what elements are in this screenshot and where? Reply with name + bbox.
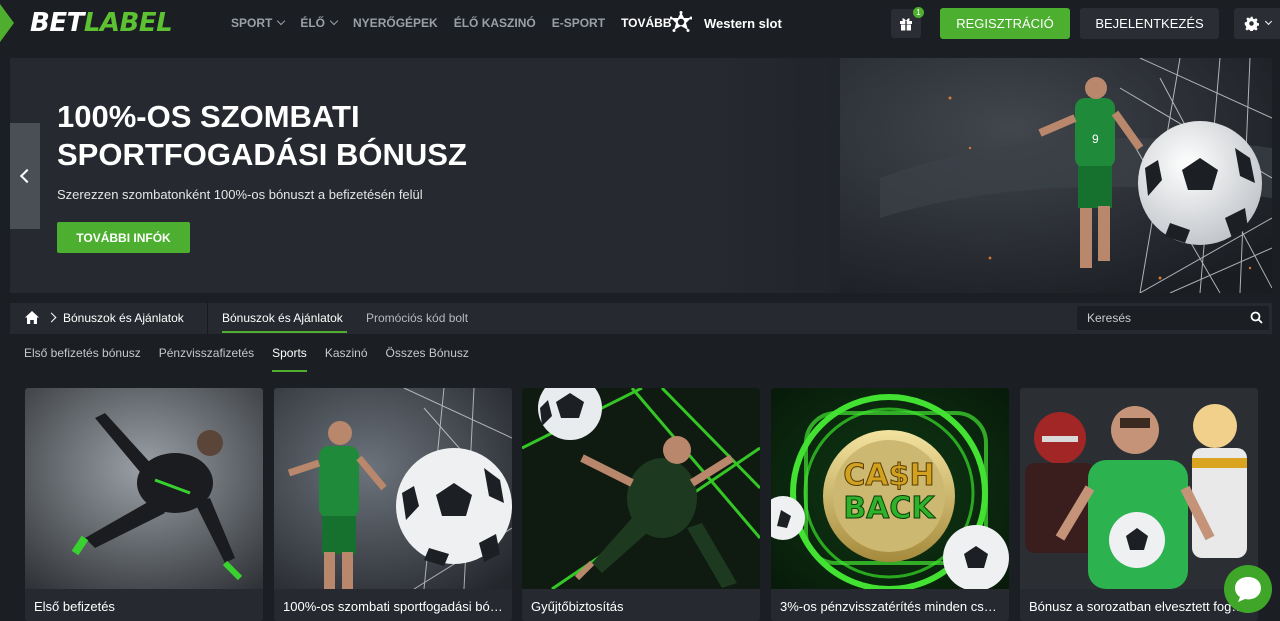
bonus-filter-tabs: Első befizetés bónusz Pénzvisszafizetés …: [24, 346, 469, 372]
bonus-card[interactable]: Bónusz a sorozatban elvesztett fogadások…: [1020, 388, 1258, 621]
banner-title: 100%-OS SZOMBATI SPORTFOGADÁSI BÓNUSZ: [57, 99, 467, 172]
home-icon[interactable]: [24, 310, 40, 325]
login-button[interactable]: BEJELENTKEZÉS: [1080, 8, 1219, 39]
top-header: BETLABEL SPORT ÉLŐ NYERŐGÉPEK ÉLŐ KASZIN…: [0, 0, 1280, 46]
nav-sport-label: SPORT: [231, 16, 273, 30]
banner-subtitle: Szerezzen szombatonként 100%-os bónuszt …: [57, 187, 423, 202]
breadcrumb-current[interactable]: Bónuszok és Ajánlatok: [63, 311, 184, 325]
banner-prev-button[interactable]: [10, 123, 40, 229]
card-image-athletes: [1020, 388, 1258, 589]
tab-promo-code-shop[interactable]: Promóciós kód bolt: [366, 311, 468, 325]
chevron-down-icon: [329, 16, 339, 26]
card-title: 100%-os szombati sportfogadási bónusz: [283, 599, 503, 614]
nav-live-label: ÉLŐ: [300, 16, 326, 30]
nav-slots-label: NYERŐGÉPEK: [353, 16, 438, 30]
register-button[interactable]: REGISZTRÁCIÓ: [940, 8, 1070, 39]
bonus-card[interactable]: Első befizetés: [25, 388, 263, 621]
logo-wedge: [0, 4, 14, 42]
svg-text:9: 9: [1092, 132, 1099, 146]
nav-esport-label: E-SPORT: [551, 16, 606, 30]
logo-bet: BET: [30, 8, 84, 38]
tab-active-underline: [222, 331, 347, 333]
filter-cashback[interactable]: Pénzvisszafizetés: [159, 346, 254, 372]
card-image-green-neon-footballer: [522, 388, 760, 589]
banner-more-info-button[interactable]: TOVÁBBI INFÓK: [57, 222, 190, 253]
nav-western-slot[interactable]: Western slot: [670, 11, 782, 35]
filter-sports[interactable]: Sports: [272, 346, 307, 372]
search-input[interactable]: [1077, 306, 1247, 330]
filter-casino[interactable]: Kaszinó: [325, 346, 368, 372]
nav-live-casino-label: ÉLŐ KASZINÓ: [453, 16, 536, 30]
main-nav: SPORT ÉLŐ NYERŐGÉPEK ÉLŐ KASZINÓ E-SPORT…: [231, 0, 685, 46]
sheriff-star-icon: [670, 11, 692, 32]
nav-live-casino[interactable]: ÉLŐ KASZINÓ: [454, 16, 536, 30]
cashback-line-2: BACK: [843, 491, 936, 526]
card-image-cashback: CA$H BACK: [771, 388, 1009, 589]
card-title: Gyűjtőbiztosítás: [531, 599, 624, 614]
divider: [207, 303, 208, 334]
gift-button[interactable]: 1: [891, 7, 924, 38]
card-title: Bónusz a sorozatban elvesztett fogadások…: [1029, 599, 1249, 614]
logo[interactable]: BETLABEL: [30, 8, 173, 38]
bonus-card[interactable]: Gyűjtőbiztosítás: [522, 388, 760, 621]
promo-banner: 100%-OS SZOMBATI SPORTFOGADÁSI BÓNUSZ Sz…: [10, 58, 1272, 293]
western-slot-label: Western slot: [704, 15, 782, 31]
cashback-line-1: CA$H: [843, 458, 934, 493]
bonus-card[interactable]: CA$H BACK 3%-os pénzvisszatérítés minden…: [771, 388, 1009, 621]
chevron-right-icon: [46, 312, 57, 323]
filter-first-deposit[interactable]: Első befizetés bónusz: [24, 346, 141, 372]
logo-label: LABEL: [83, 8, 173, 38]
nav-more-label: TOVÁBB: [621, 16, 672, 30]
bonus-card[interactable]: 100%-os szombati sportfogadási bónusz: [274, 388, 512, 621]
gift-count-badge: 1: [913, 7, 924, 18]
gear-icon: [1244, 16, 1259, 31]
chevron-down-icon: [277, 16, 286, 26]
live-chat-button[interactable]: [1224, 565, 1272, 613]
nav-live[interactable]: ÉLŐ: [300, 16, 339, 30]
tab-bonuses[interactable]: Bónuszok és Ajánlatok: [222, 311, 343, 325]
settings-button[interactable]: [1234, 8, 1280, 39]
chevron-down-icon: [1264, 17, 1272, 26]
nav-esport[interactable]: E-SPORT: [552, 16, 605, 30]
gift-icon: [900, 17, 912, 30]
breadcrumb-bar: Bónuszok és Ajánlatok Bónuszok és Ajánla…: [10, 303, 1272, 334]
chevron-left-icon: [19, 168, 35, 184]
card-image-footballer-kick: [25, 388, 263, 589]
card-image-footballer-ball: [274, 388, 512, 589]
nav-slots[interactable]: NYERŐGÉPEK: [353, 16, 438, 30]
card-title: Első befizetés: [34, 599, 115, 614]
filter-all-bonuses[interactable]: Összes Bónusz: [386, 346, 469, 372]
chat-bubble-icon: [1235, 577, 1261, 602]
nav-sport[interactable]: SPORT: [231, 16, 286, 30]
card-title: 3%-os pénzvisszatérítés minden csütörtök…: [780, 599, 1000, 614]
search-box: [1077, 306, 1269, 330]
banner-footballer-image: 9: [840, 58, 1272, 293]
search-icon[interactable]: [1250, 311, 1263, 324]
